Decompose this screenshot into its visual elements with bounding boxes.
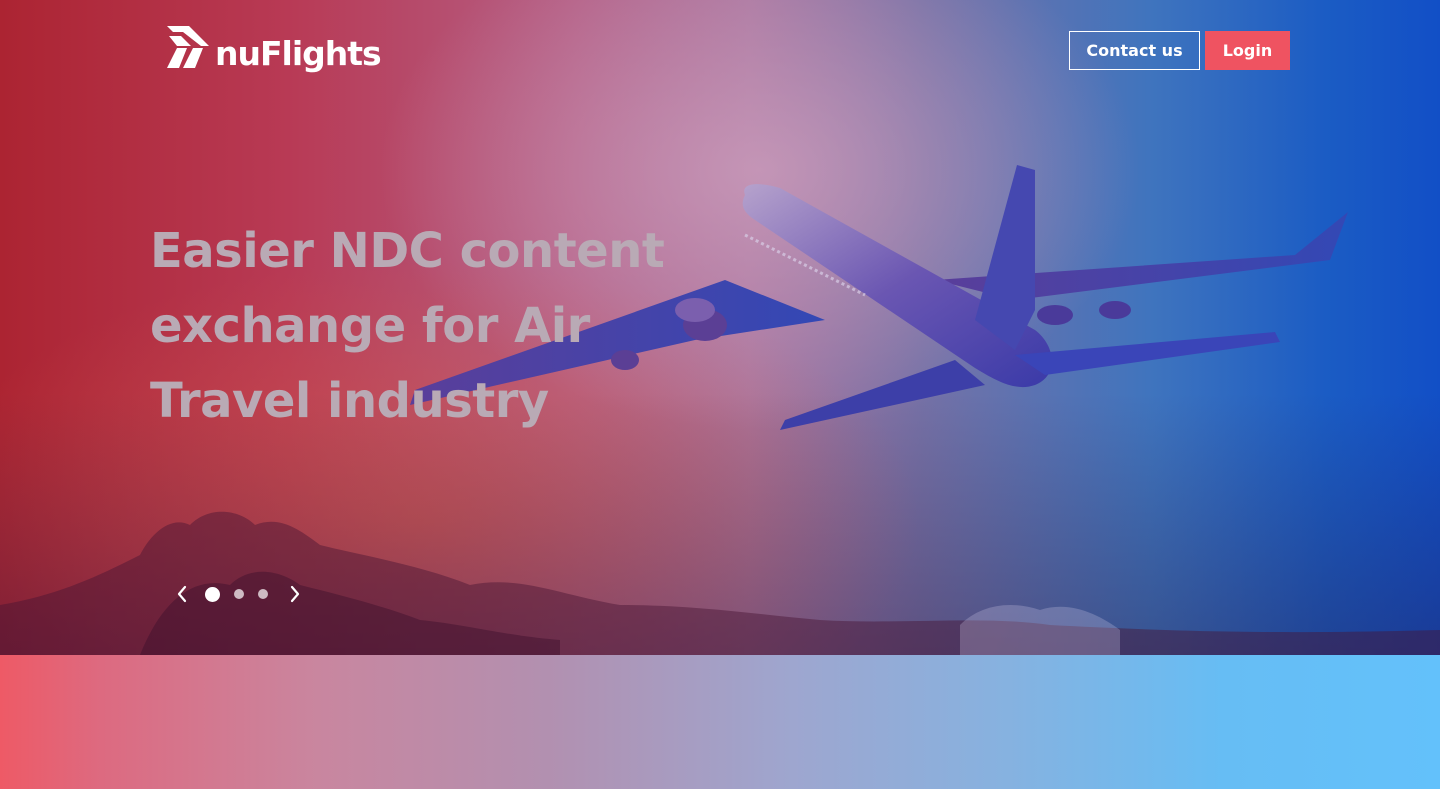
- carousel-prev-button[interactable]: [172, 582, 192, 606]
- logo-wordmark: nuFlights: [215, 34, 382, 73]
- clouds-silhouette: [0, 511, 1440, 655]
- carousel-controls: [172, 580, 305, 608]
- page: nuFlights Contact us Login Easier NDC co…: [0, 0, 1440, 789]
- login-button[interactable]: Login: [1205, 31, 1290, 70]
- chevron-right-icon: [290, 585, 300, 603]
- nuflights-logo[interactable]: nuFlights: [165, 24, 382, 73]
- headline-line: Easier NDC content: [150, 223, 665, 279]
- carousel-next-button[interactable]: [285, 582, 305, 606]
- logo-chevron-icon: [167, 26, 209, 68]
- gradient-band: [0, 655, 1440, 789]
- hero-banner: nuFlights Contact us Login Easier NDC co…: [0, 0, 1440, 655]
- carousel-dot-3[interactable]: [258, 589, 268, 599]
- chevron-left-icon: [177, 585, 187, 603]
- hero-headline: Easier NDC content exchange for Air Trav…: [150, 214, 710, 439]
- contact-us-button[interactable]: Contact us: [1069, 31, 1200, 70]
- headline-line: exchange for Air: [150, 298, 590, 354]
- carousel-dot-2[interactable]: [234, 589, 244, 599]
- carousel-dot-1[interactable]: [205, 586, 220, 602]
- headline-line: Travel industry: [150, 373, 549, 429]
